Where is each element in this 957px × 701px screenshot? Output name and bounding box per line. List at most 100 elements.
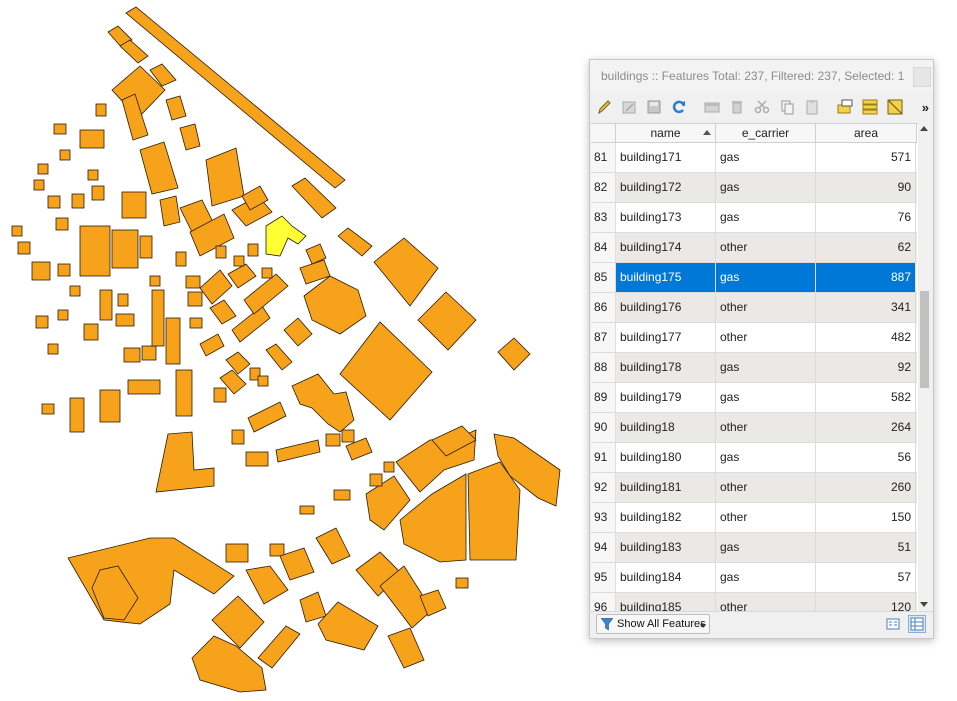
cell-name[interactable]: building178	[616, 353, 716, 382]
cell-e-carrier[interactable]: gas	[716, 143, 816, 172]
building-polygon[interactable]	[189, 317, 203, 329]
building-polygon[interactable]	[399, 473, 467, 563]
cell-e-carrier[interactable]: gas	[716, 563, 816, 592]
building-polygon[interactable]	[123, 347, 141, 363]
building-polygon[interactable]	[387, 627, 425, 669]
row-number[interactable]: 82	[591, 173, 616, 202]
save-edits-icon[interactable]	[644, 97, 664, 117]
table-row[interactable]: 81 building171 gas 571	[591, 143, 917, 173]
delete-feature-icon[interactable]	[727, 97, 747, 117]
building-polygon[interactable]	[191, 635, 267, 693]
building-polygon[interactable]	[455, 577, 469, 589]
building-polygon[interactable]	[67, 537, 235, 625]
invert-selection-icon[interactable]	[885, 97, 905, 117]
building-polygon[interactable]	[149, 275, 161, 287]
form-view-button[interactable]	[884, 615, 902, 633]
row-number[interactable]: 84	[591, 233, 616, 262]
building-polygon[interactable]	[213, 387, 227, 403]
table-row[interactable]: 86 building176 other 341	[591, 293, 917, 323]
building-polygon[interactable]	[117, 293, 129, 307]
row-number[interactable]: 95	[591, 563, 616, 592]
cell-e-carrier[interactable]: other	[716, 593, 816, 612]
cell-name[interactable]: building171	[616, 143, 716, 172]
building-polygon[interactable]	[257, 625, 301, 669]
building-polygon[interactable]	[47, 195, 61, 209]
building-polygon[interactable]	[141, 345, 157, 361]
table-row[interactable]: 89 building179 gas 582	[591, 383, 917, 413]
cell-e-carrier[interactable]: gas	[716, 533, 816, 562]
column-header-e-carrier[interactable]: e_carrier	[716, 124, 816, 142]
table-row[interactable]: 87 building177 other 482	[591, 323, 917, 353]
building-polygon[interactable]	[275, 439, 321, 463]
building-polygon[interactable]	[257, 375, 269, 387]
table-row[interactable]: 95 building184 gas 57	[591, 563, 917, 593]
building-polygon[interactable]	[247, 243, 259, 257]
building-polygon[interactable]	[71, 193, 85, 209]
building-polygon[interactable]	[291, 373, 355, 433]
building-polygon[interactable]	[261, 267, 273, 279]
building-polygon[interactable]	[205, 147, 245, 207]
building-polygon[interactable]	[417, 291, 477, 351]
building-polygon[interactable]	[115, 313, 135, 327]
cell-area[interactable]: 57	[816, 563, 916, 592]
building-polygon[interactable]	[91, 185, 105, 201]
cell-area[interactable]: 482	[816, 323, 916, 352]
building-polygon[interactable]	[33, 179, 45, 191]
copy-icon[interactable]	[777, 97, 797, 117]
cell-name[interactable]: building182	[616, 503, 716, 532]
cell-e-carrier[interactable]: gas	[716, 383, 816, 412]
building-polygon[interactable]	[225, 543, 249, 563]
building-polygon[interactable]	[269, 543, 285, 557]
selected-building-polygon[interactable]	[265, 215, 307, 257]
cell-area[interactable]: 56	[816, 443, 916, 472]
row-number[interactable]: 92	[591, 473, 616, 502]
cell-area[interactable]: 582	[816, 383, 916, 412]
row-number-header[interactable]	[591, 124, 616, 142]
row-number[interactable]: 88	[591, 353, 616, 382]
cell-area[interactable]: 260	[816, 473, 916, 502]
building-polygon[interactable]	[127, 379, 161, 395]
column-header-area[interactable]: area	[816, 124, 917, 142]
building-polygon[interactable]	[215, 245, 227, 259]
building-polygon[interactable]	[199, 333, 225, 357]
reload-icon[interactable]	[669, 97, 689, 117]
cell-name[interactable]: building176	[616, 293, 716, 322]
building-polygon[interactable]	[99, 389, 121, 423]
expression-select-icon[interactable]	[835, 97, 855, 117]
building-polygon[interactable]	[245, 565, 289, 605]
building-polygon[interactable]	[209, 299, 237, 325]
building-polygon[interactable]	[233, 255, 245, 267]
building-polygon[interactable]	[227, 263, 257, 289]
table-row[interactable]: 93 building182 other 150	[591, 503, 917, 533]
cell-name[interactable]: building185	[616, 593, 716, 612]
close-button[interactable]	[913, 67, 931, 87]
table-row[interactable]: 84 building174 other 62	[591, 233, 917, 263]
cell-e-carrier[interactable]: gas	[716, 203, 816, 232]
scroll-down-icon[interactable]	[920, 602, 928, 607]
cell-name[interactable]: building183	[616, 533, 716, 562]
table-row[interactable]: 88 building178 gas 92	[591, 353, 917, 383]
title-bar[interactable]: buildings :: Features Total: 237, Filter…	[590, 60, 933, 92]
building-polygon[interactable]	[11, 225, 23, 237]
cell-area[interactable]: 76	[816, 203, 916, 232]
building-polygon[interactable]	[175, 251, 187, 267]
table-row[interactable]: 90 building18 other 264	[591, 413, 917, 443]
cell-name[interactable]: building181	[616, 473, 716, 502]
row-number[interactable]: 81	[591, 143, 616, 172]
building-polygon[interactable]	[185, 275, 201, 289]
building-polygon[interactable]	[17, 241, 31, 255]
select-all-icon[interactable]	[860, 97, 880, 117]
building-polygon[interactable]	[165, 95, 187, 121]
cell-name[interactable]: building177	[616, 323, 716, 352]
table-row[interactable]: 91 building180 gas 56	[591, 443, 917, 473]
building-polygon[interactable]	[283, 317, 313, 347]
multi-edit-icon[interactable]	[619, 97, 639, 117]
cell-e-carrier[interactable]: gas	[716, 263, 816, 292]
building-polygon[interactable]	[337, 227, 373, 257]
cut-icon[interactable]	[752, 97, 772, 117]
row-number[interactable]: 83	[591, 203, 616, 232]
cell-area[interactable]: 90	[816, 173, 916, 202]
cell-area[interactable]: 571	[816, 143, 916, 172]
building-polygon[interactable]	[279, 547, 315, 581]
cell-area[interactable]: 62	[816, 233, 916, 262]
